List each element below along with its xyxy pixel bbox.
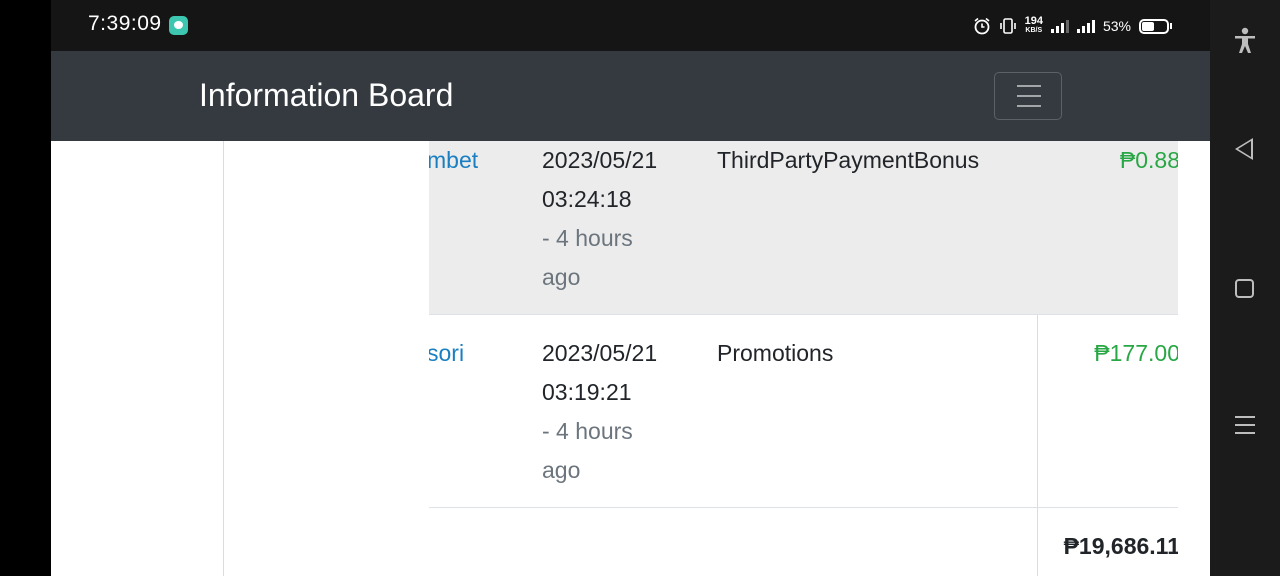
row-relative-time-2: ago — [542, 264, 581, 290]
table-footer-row: ₱19,686.11 — [429, 507, 1178, 576]
status-indicators: 194 KB/S 53% — [973, 14, 1172, 38]
network-speed-unit: KB/S — [1025, 27, 1043, 34]
back-icon[interactable] — [1235, 138, 1253, 160]
navbar-toggle-button[interactable] — [994, 72, 1062, 120]
row-type: ThirdPartyPaymentBonus — [717, 147, 980, 173]
main-content: mbet 2023/05/21 03:24:18 - 4 hours ago T… — [51, 141, 1210, 576]
recent-apps-icon[interactable] — [1235, 416, 1255, 436]
row-relative-time-1: - 4 hours — [542, 225, 633, 251]
table-row: mbet 2023/05/21 03:24:18 - 4 hours ago T… — [429, 141, 1178, 314]
records-table: mbet 2023/05/21 03:24:18 - 4 hours ago T… — [429, 141, 1178, 576]
total-amount: ₱19,686.11 — [1063, 533, 1178, 559]
accessibility-icon[interactable] — [1232, 27, 1258, 55]
battery-tip — [1170, 23, 1172, 29]
row-type: Promotions — [717, 340, 834, 366]
row-time: 03:19:21 — [542, 379, 632, 405]
row-timestamp: 2023/05/21 03:19:21 - 4 hours ago — [542, 334, 692, 490]
row-timestamp: 2023/05/21 03:24:18 - 4 hours ago — [542, 141, 692, 297]
hamburger-icon-line — [1017, 85, 1041, 87]
home-icon[interactable] — [1235, 279, 1254, 298]
network-speed: 194 KB/S — [1024, 15, 1043, 35]
row-relative-time-1: - 4 hours — [542, 418, 633, 444]
row-date: 2023/05/21 — [542, 340, 658, 366]
left-screen-edge — [0, 0, 51, 576]
status-bar: 7:39:09 194 KB/S 53% — [51, 0, 1210, 51]
vibrate-icon — [999, 18, 1016, 34]
navbar: Information Board — [51, 51, 1210, 141]
table-row: sori 2023/05/21 03:19:21 - 4 hours ago P… — [429, 314, 1178, 507]
alarm-icon — [974, 17, 990, 35]
status-time: 7:39:09 — [88, 12, 162, 35]
row-username-link[interactable]: sori — [429, 334, 464, 373]
chat-app-icon — [169, 16, 188, 35]
row-date: 2023/05/21 — [542, 147, 658, 173]
hamburger-icon-line — [1017, 105, 1041, 107]
row-time: 03:24:18 — [542, 186, 632, 212]
system-nav-bar — [1210, 0, 1280, 576]
row-amount: ₱0.88 — [1119, 147, 1178, 173]
signal-icon-2 — [1076, 19, 1095, 33]
battery-icon — [1139, 18, 1169, 34]
row-relative-time-2: ago — [542, 457, 581, 483]
network-speed-value: 194 — [1024, 15, 1043, 27]
signal-icon-1 — [1050, 19, 1069, 33]
navbar-brand[interactable]: Information Board — [199, 77, 453, 114]
row-amount: ₱177.00 — [1094, 340, 1178, 366]
records-card: mbet 2023/05/21 03:24:18 - 4 hours ago T… — [223, 141, 1178, 576]
hamburger-icon-line — [1017, 95, 1041, 97]
battery-percent: 53% — [1102, 18, 1131, 34]
row-username-link[interactable]: mbet — [429, 141, 478, 180]
